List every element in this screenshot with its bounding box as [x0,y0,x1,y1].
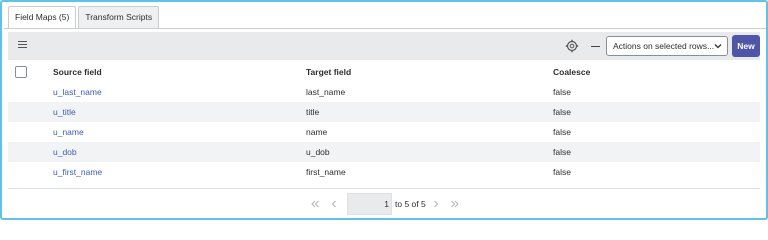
target-field-cell: first_name [306,167,346,177]
source-field-link[interactable]: u_title [53,102,76,122]
tab-field-maps[interactable]: Field Maps (5) [8,6,77,29]
new-button[interactable]: New [732,35,760,57]
coalesce-cell: false [553,87,571,97]
target-field-cell: u_dob [306,147,330,157]
table-row: u_name name false [8,122,760,142]
list-toolbar: Actions on selected rows... New [8,32,760,60]
table-header-row: Source field Target field Coalesce [8,62,760,82]
previous-page-icon[interactable] [329,199,339,209]
table-divider [8,188,760,189]
minus-icon[interactable] [591,46,600,47]
source-field-link[interactable]: u_last_name [53,82,102,102]
tab-bar: Field Maps (5) Transform Scripts [8,6,161,29]
select-all-checkbox[interactable] [15,66,27,78]
table-row: u_title title false [8,102,760,122]
related-lists-panel: Field Maps (5) Transform Scripts Actions… [0,0,768,220]
coalesce-cell: false [553,107,571,117]
field-maps-table: Source field Target field Coalesce u_las… [8,62,760,182]
first-page-icon[interactable] [310,199,320,209]
column-header-coalesce[interactable]: Coalesce [553,62,590,82]
target-field-cell: last_name [306,87,346,97]
pagination: 1 to 5 of 5 [2,193,766,215]
target-field-cell: name [306,127,328,137]
tab-transform-scripts[interactable]: Transform Scripts [78,6,160,28]
next-page-icon[interactable] [431,199,441,209]
source-field-link[interactable]: u_name [53,122,84,142]
table-row: u_last_name last_name false [8,82,760,102]
source-field-link[interactable]: u_dob [53,142,77,162]
target-field-cell: title [306,107,320,117]
source-field-link[interactable]: u_first_name [53,162,102,182]
column-header-target-field[interactable]: Target field [306,62,351,82]
actions-select-value: Actions on selected rows... [613,41,715,51]
coalesce-cell: false [553,167,571,177]
actions-select[interactable]: Actions on selected rows... [606,36,728,56]
gear-icon[interactable] [565,39,579,53]
tab-divider [4,28,766,29]
page-number-input[interactable]: 1 [347,193,392,215]
column-header-source-field[interactable]: Source field [53,62,102,82]
menu-icon[interactable] [18,41,27,50]
coalesce-cell: false [553,127,571,137]
coalesce-cell: false [553,147,571,157]
table-row: u_dob u_dob false [8,142,760,162]
last-page-icon[interactable] [450,199,460,209]
table-row: u_first_name first_name false [8,162,760,182]
chevron-down-icon [714,44,722,49]
page-range-text: to 5 of 5 [395,199,426,209]
